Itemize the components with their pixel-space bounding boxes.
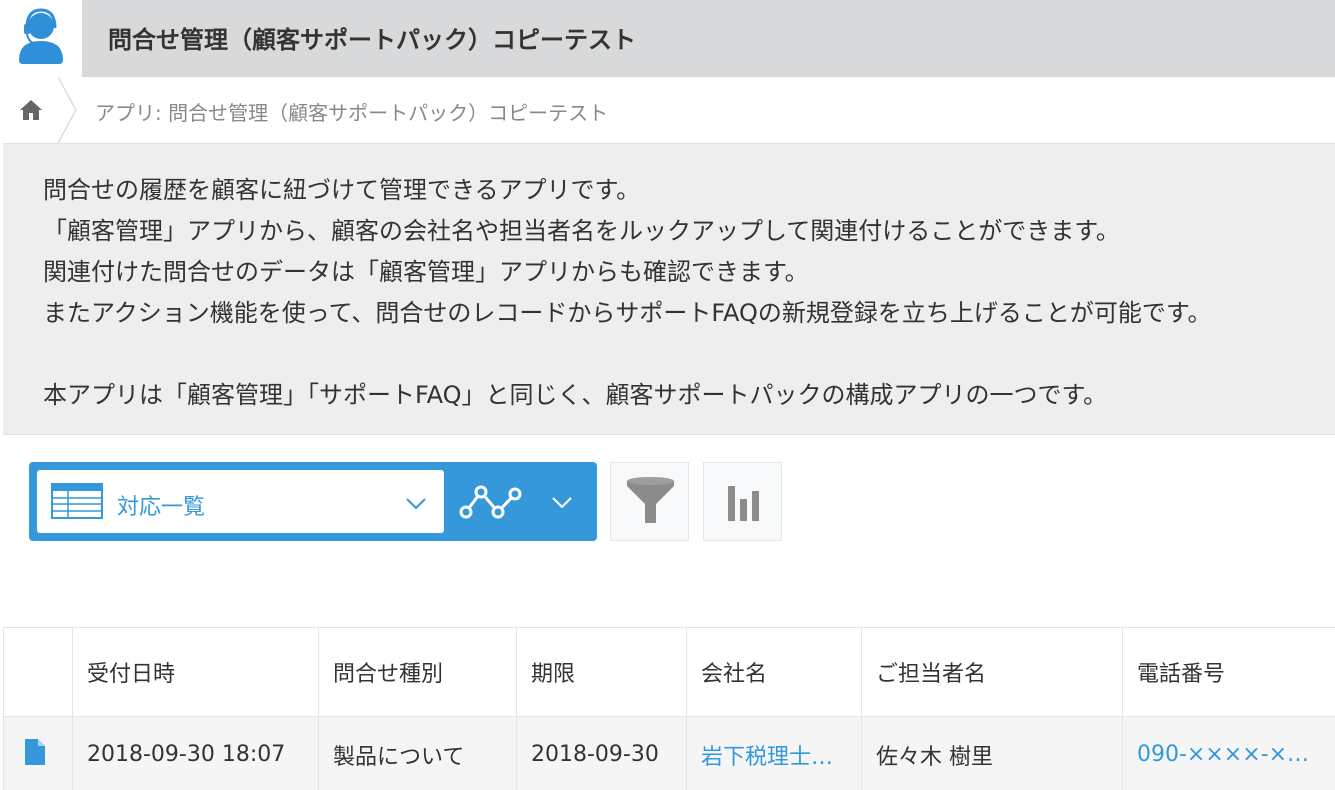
cell-company-link[interactable]: 岩下税理士… bbox=[686, 716, 862, 790]
records-table: 受付日時 問合せ種別 期限 会社名 ご担当者名 電話番号 2018-09-30 … bbox=[3, 627, 1335, 790]
bar-chart-icon bbox=[728, 486, 759, 521]
line-graph-icon[interactable] bbox=[459, 482, 525, 522]
column-header-company[interactable]: 会社名 bbox=[686, 627, 862, 717]
header-bar: 問合せ管理（顧客サポートパック）コピーテスト bbox=[82, 0, 1335, 77]
cell-contact: 佐々木 樹里 bbox=[861, 716, 1123, 790]
record-detail-icon[interactable] bbox=[24, 738, 46, 766]
graph-chevron-down-icon[interactable] bbox=[551, 495, 573, 509]
column-header-inquiry-type[interactable]: 問合せ種別 bbox=[318, 627, 517, 717]
table-row: 2018-09-30 18:07 製品について 2018-09-30 岩下税理士… bbox=[3, 716, 1335, 790]
chevron-down-icon bbox=[405, 496, 427, 510]
cell-deadline: 2018-09-30 bbox=[516, 716, 687, 790]
breadcrumb: アプリ: 問合せ管理（顧客サポートパック）コピーテスト bbox=[0, 76, 1335, 144]
column-header-deadline[interactable]: 期限 bbox=[516, 627, 687, 717]
description-line bbox=[43, 334, 1335, 375]
column-header-detail bbox=[3, 627, 73, 717]
home-icon[interactable] bbox=[18, 98, 44, 122]
app-title: 問合せ管理（顧客サポートパック）コピーテスト bbox=[108, 26, 636, 54]
description-line: またアクション機能を使って、問合せのレコードからサポートFAQの新規登録を立ち上… bbox=[43, 299, 1212, 327]
breadcrumb-separator-icon bbox=[56, 76, 80, 144]
cell-received: 2018-09-30 18:07 bbox=[72, 716, 319, 790]
view-selector-label: 対応一覧 bbox=[117, 495, 206, 520]
column-header-phone[interactable]: 電話番号 bbox=[1122, 627, 1335, 717]
view-toolbar: 対応一覧 bbox=[29, 462, 597, 541]
record-detail-cell[interactable] bbox=[3, 716, 73, 790]
description-line: 関連付けた問合せのデータは「顧客管理」アプリからも確認できます。 bbox=[43, 258, 809, 286]
app-header: 問合せ管理（顧客サポートパック）コピーテスト bbox=[0, 0, 1335, 77]
filter-button[interactable] bbox=[610, 462, 689, 541]
cell-phone-link[interactable]: 090-××××-×… bbox=[1122, 716, 1335, 790]
app-description: 問合せの履歴を顧客に紐づけて管理できるアプリです。 「顧客管理」アプリから、顧客… bbox=[3, 143, 1335, 435]
funnel-icon bbox=[627, 477, 674, 523]
breadcrumb-app-link[interactable]: アプリ: 問合せ管理（顧客サポートパック）コピーテスト bbox=[95, 97, 608, 126]
column-header-received[interactable]: 受付日時 bbox=[72, 627, 319, 717]
description-line: 問合せの履歴を顧客に紐づけて管理できるアプリです。 bbox=[43, 176, 641, 204]
cell-inquiry-type: 製品について bbox=[318, 716, 517, 790]
person-headset-icon bbox=[0, 0, 82, 77]
table-view-icon bbox=[51, 483, 103, 519]
view-selector[interactable]: 対応一覧 bbox=[37, 470, 444, 533]
description-line: 「顧客管理」アプリから、顧客の会社名や担当者名をルックアップして関連付けることが… bbox=[43, 217, 1120, 245]
table-header-row: 受付日時 問合せ種別 期限 会社名 ご担当者名 電話番号 bbox=[3, 627, 1335, 717]
chart-button[interactable] bbox=[703, 462, 782, 541]
column-header-contact[interactable]: ご担当者名 bbox=[861, 627, 1123, 717]
description-line: 本アプリは「顧客管理」「サポートFAQ」と同じく、顧客サポートパックの構成アプリ… bbox=[43, 381, 1108, 409]
